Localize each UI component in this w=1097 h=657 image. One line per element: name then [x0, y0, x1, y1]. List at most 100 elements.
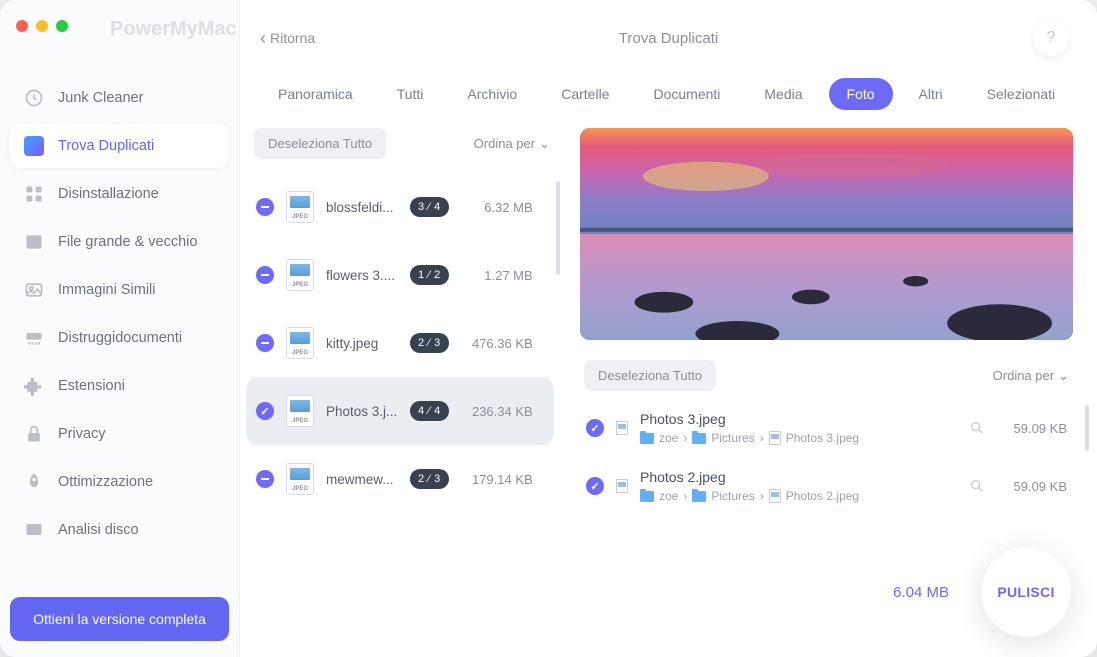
separator: ›	[683, 431, 687, 445]
file-name: kitty.jpeg	[326, 336, 398, 351]
tab-archive[interactable]: Archivio	[449, 78, 535, 110]
shredder-icon	[24, 328, 44, 348]
rocket-icon	[24, 472, 44, 492]
crumb: zoe	[659, 489, 678, 503]
crumb: Pictures	[711, 489, 754, 503]
sidebar: PowerMyMac Junk Cleaner Trova Duplicati …	[0, 0, 240, 657]
back-button[interactable]: ‹ Ritorna	[260, 29, 315, 47]
magnify-icon[interactable]	[969, 420, 985, 436]
group-row[interactable]: kitty.jpeg 2 ⁄ 3 476.36 KB	[246, 309, 554, 377]
breadcrumb: zoe › Pictures › Photos 2.jpeg	[640, 489, 957, 503]
image-preview	[580, 128, 1073, 340]
count-badge: 1 ⁄ 2	[410, 265, 449, 285]
file-icon	[769, 431, 781, 445]
separator: ›	[760, 489, 764, 503]
tab-media[interactable]: Media	[746, 78, 820, 110]
crumb: Photos 2.jpeg	[786, 489, 859, 503]
sidebar-item-label: Privacy	[58, 426, 106, 442]
sidebar-item-label: Estensioni	[58, 378, 125, 394]
get-full-version-button[interactable]: Ottieni la versione completa	[10, 597, 229, 641]
select-toggle[interactable]	[256, 402, 274, 420]
file-size: 236.34 KB	[461, 404, 533, 419]
sidebar-item-duplicates[interactable]: Trova Duplicati	[10, 124, 229, 168]
sort-button[interactable]: Ordina per ⌄	[474, 136, 550, 152]
duplicate-row[interactable]: ✓ Photos 2.jpeg zoe › Pictures ›	[580, 461, 1073, 519]
duplicate-row[interactable]: ✓ Photos 3.jpeg zoe › Pictures ›	[580, 403, 1073, 461]
help-button[interactable]: ?	[1033, 20, 1069, 56]
sidebar-item-large-old[interactable]: File grande & vecchio	[10, 220, 229, 264]
select-toggle[interactable]	[256, 198, 274, 216]
file-icon	[616, 421, 628, 435]
file-size: 179.14 KB	[461, 472, 533, 487]
scrollbar-thumb[interactable]	[556, 181, 560, 275]
group-row[interactable]: flowers 3.... 1 ⁄ 2 1.27 MB	[246, 241, 554, 309]
sidebar-item-shredder[interactable]: Distruggidocumenti	[10, 316, 229, 360]
file-name: Photos 2.jpeg	[640, 469, 957, 485]
box-icon	[24, 232, 44, 252]
jpeg-file-icon	[286, 191, 314, 223]
puzzle-icon	[24, 376, 44, 396]
file-name: Photos 3.jpeg	[640, 411, 957, 427]
deselect-all-detail-button[interactable]: Deseleziona Tutto	[584, 360, 716, 391]
folder-icon	[692, 433, 706, 444]
page-title: Trova Duplicati	[619, 30, 718, 47]
detail-header: Deseleziona Tutto Ordina per ⌄	[580, 354, 1073, 403]
group-row[interactable]: mewmew... 2 ⁄ 3 179.14 KB	[246, 445, 554, 513]
scrollbar-thumb[interactable]	[1085, 405, 1089, 451]
group-row[interactable]: blossfeldi... 3 ⁄ 4 6.32 MB	[246, 173, 554, 241]
sidebar-item-optimize[interactable]: Ottimizzazione	[10, 460, 229, 504]
file-icon	[769, 489, 781, 503]
tab-overview[interactable]: Panoramica	[260, 78, 371, 110]
sidebar-item-uninstall[interactable]: Disinstallazione	[10, 172, 229, 216]
sidebar-item-label: Analisi disco	[58, 522, 139, 538]
sidebar-item-privacy[interactable]: Privacy	[10, 412, 229, 456]
group-column: Deseleziona Tutto Ordina per ⌄ blossfeld…	[240, 128, 560, 657]
tab-documents[interactable]: Documenti	[635, 78, 738, 110]
file-size: 1.27 MB	[461, 268, 533, 283]
crumb: Photos 3.jpeg	[786, 431, 859, 445]
group-row[interactable]: Photos 3.j... 4 ⁄ 4 236.34 KB	[246, 377, 554, 445]
deselect-all-button[interactable]: Deseleziona Tutto	[254, 128, 386, 159]
file-name: blossfeldi...	[326, 200, 398, 215]
sidebar-item-label: Ottimizzazione	[58, 474, 153, 490]
minimize-icon[interactable]	[36, 20, 48, 32]
sidebar-item-junk-cleaner[interactable]: Junk Cleaner	[10, 76, 229, 120]
tab-all[interactable]: Tutti	[379, 78, 442, 110]
select-toggle[interactable]	[256, 470, 274, 488]
jpeg-file-icon	[286, 463, 314, 495]
image-icon	[24, 280, 44, 300]
gauge-icon	[24, 88, 44, 108]
magnify-icon[interactable]	[969, 478, 985, 494]
select-toggle[interactable]	[256, 334, 274, 352]
file-size: 59.09 KB	[997, 421, 1067, 436]
group-header: Deseleziona Tutto Ordina per ⌄	[246, 128, 560, 173]
sidebar-item-similar-images[interactable]: Immagini Simili	[10, 268, 229, 312]
tab-photo[interactable]: Foto	[829, 78, 893, 110]
window-controls	[10, 16, 229, 32]
jpeg-file-icon	[286, 259, 314, 291]
back-label: Ritorna	[270, 30, 315, 46]
sort-label: Ordina per	[474, 136, 535, 151]
group-list[interactable]: blossfeldi... 3 ⁄ 4 6.32 MB flowers 3...…	[246, 173, 560, 657]
maximize-icon[interactable]	[56, 20, 68, 32]
topbar: ‹ Ritorna Trova Duplicati ?	[240, 0, 1097, 64]
file-name: Photos 3.j...	[326, 404, 398, 419]
close-icon[interactable]	[16, 20, 28, 32]
tab-selected[interactable]: Selezionati	[969, 78, 1074, 110]
tab-folders[interactable]: Cartelle	[543, 78, 627, 110]
crumb: zoe	[659, 431, 678, 445]
crumb: Pictures	[711, 431, 754, 445]
file-size: 6.32 MB	[461, 200, 533, 215]
sort-detail-button[interactable]: Ordina per ⌄	[993, 368, 1069, 384]
separator: ›	[760, 431, 764, 445]
lock-icon	[24, 424, 44, 444]
sidebar-item-disk[interactable]: Analisi disco	[10, 508, 229, 552]
sidebar-item-extensions[interactable]: Estensioni	[10, 364, 229, 408]
select-toggle[interactable]: ✓	[586, 419, 604, 437]
select-toggle[interactable]: ✓	[586, 477, 604, 495]
tab-other[interactable]: Altri	[901, 78, 961, 110]
folder-icon	[692, 491, 706, 502]
footer: 6.04 MB PULISCI	[893, 547, 1071, 637]
clean-button[interactable]: PULISCI	[981, 547, 1071, 637]
select-toggle[interactable]	[256, 266, 274, 284]
